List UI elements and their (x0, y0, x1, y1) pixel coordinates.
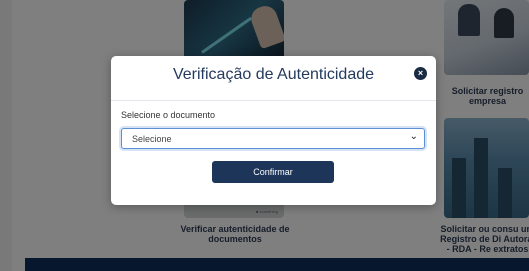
modal-title: Verificação de Autenticidade (172, 66, 375, 83)
close-icon[interactable]: × (414, 67, 427, 80)
document-field-label: Selecione o documento (121, 110, 216, 120)
document-select[interactable]: Selecione ⌄ (121, 128, 425, 149)
authenticity-modal: Verificação de Autenticidade × Selecione… (111, 56, 436, 205)
document-select-value: Selecione (132, 134, 172, 144)
chevron-down-icon: ⌄ (409, 131, 418, 142)
confirm-button[interactable]: Confirmar (212, 161, 334, 183)
modal-divider (111, 100, 436, 101)
